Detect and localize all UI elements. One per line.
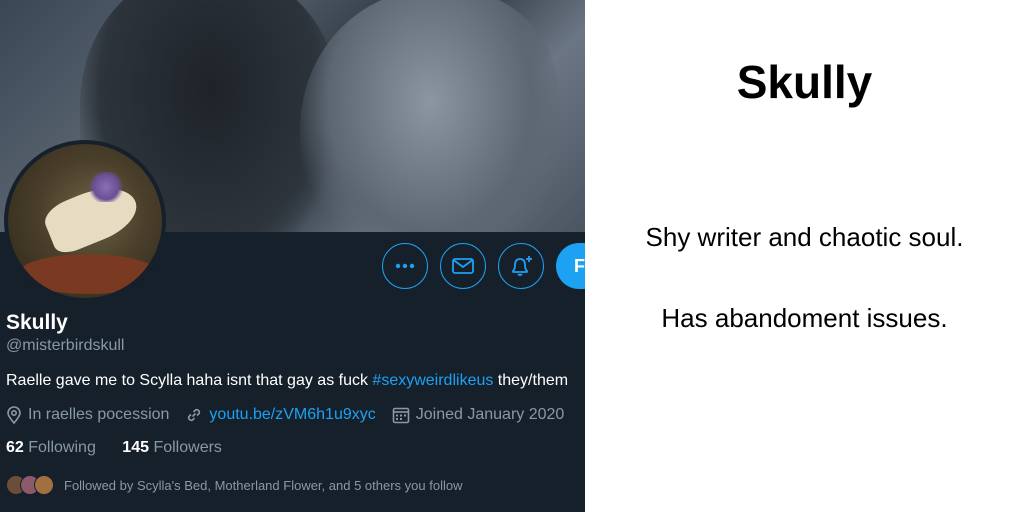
- notifications-button[interactable]: [498, 243, 544, 289]
- profile-screenshot: Follow Skully @misterbirdskull Raelle ga…: [0, 0, 585, 512]
- bell-plus-icon: [512, 256, 532, 276]
- followed-by-text: Followed by Scylla's Bed, Motherland Flo…: [64, 477, 463, 493]
- avatar-flowers: [86, 172, 126, 202]
- avatar-plate: [18, 254, 158, 294]
- website-link[interactable]: youtu.be/zVM6h1u9xyc: [209, 406, 375, 424]
- handle: @misterbirdskull: [6, 337, 125, 354]
- message-button[interactable]: [440, 243, 486, 289]
- caption-line-2: Has abandoment issues.: [661, 303, 948, 333]
- avatar[interactable]: [4, 140, 166, 302]
- joined-text: Joined January 2020: [415, 406, 565, 423]
- bio-pronouns: they/them: [493, 372, 569, 389]
- follow-counts: 62 Following 145 Followers: [6, 439, 244, 457]
- bio: Raelle gave me to Scylla haha isnt that …: [6, 372, 585, 390]
- followers-link[interactable]: 145 Followers: [122, 439, 222, 456]
- profile-meta: In raelles pocession youtu.be/zVM6h1u9xy…: [6, 404, 585, 426]
- bio-hashtag-link[interactable]: #sexyweirdlikeus: [372, 372, 493, 389]
- followers-count: 145: [122, 439, 149, 456]
- website-item: youtu.be/zVM6h1u9xyc: [185, 406, 376, 424]
- following-label: Following: [28, 439, 96, 456]
- follow-button[interactable]: Follow: [556, 243, 585, 289]
- mini-avatar: [34, 475, 54, 495]
- calendar-icon: [392, 407, 410, 424]
- more-button[interactable]: [382, 243, 428, 289]
- envelope-icon: [452, 258, 474, 274]
- following-count: 62: [6, 439, 24, 456]
- bio-text: Raelle gave me to Scylla haha isnt that …: [6, 372, 373, 389]
- joined-item: Joined January 2020: [392, 406, 565, 424]
- caption-panel: Skully Shy writer and chaotic soul. Has …: [585, 0, 1024, 512]
- more-horizontal-icon: [395, 263, 415, 269]
- banner-figure-right: [300, 0, 560, 232]
- location-text: In raelles pocession: [28, 406, 170, 423]
- followers-label: Followers: [153, 439, 222, 456]
- caption-line-1: Shy writer and chaotic soul.: [645, 222, 964, 252]
- following-link[interactable]: 62 Following: [6, 439, 96, 456]
- location-item: In raelles pocession: [6, 406, 169, 424]
- followed-by-avatars: [6, 475, 54, 495]
- link-icon: [188, 408, 201, 422]
- followed-by-row[interactable]: Followed by Scylla's Bed, Motherland Flo…: [6, 474, 462, 496]
- display-name: Skully: [6, 311, 68, 334]
- caption-title: Skully: [736, 56, 873, 108]
- location-pin-icon: [7, 406, 21, 424]
